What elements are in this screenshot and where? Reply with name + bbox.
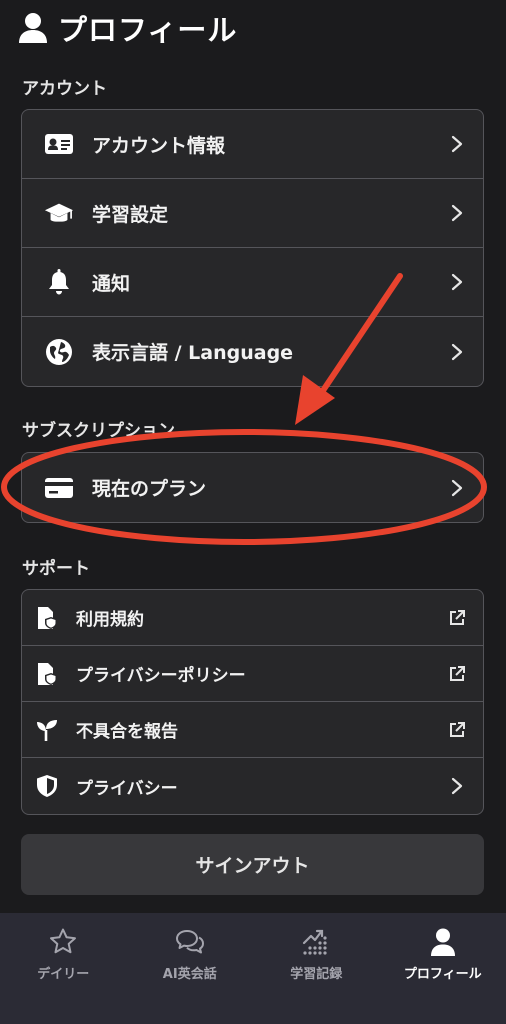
signout-button[interactable]: サインアウト: [21, 834, 484, 895]
graduation-cap-icon: [44, 198, 74, 228]
bottom-tab-bar: デイリー AI英会話 学習記録 プロフィール: [0, 913, 506, 1024]
display-language-label: 表示言語 / Language: [92, 342, 294, 364]
notifications-row[interactable]: 通知: [22, 248, 483, 317]
star-icon: [50, 928, 77, 954]
privacy-row[interactable]: プライバシー: [22, 758, 483, 814]
id-card-icon: [44, 129, 74, 159]
current-plan-label: 現在のプラン: [92, 478, 207, 500]
privacy-policy-row[interactable]: プライバシーポリシー: [22, 646, 483, 702]
learning-settings-row[interactable]: 学習設定: [22, 179, 483, 248]
external-link-icon: [447, 720, 467, 740]
section-label-subscription: サブスクリプション: [22, 421, 175, 441]
person-icon: [19, 13, 47, 43]
account-info-row[interactable]: アカウント情報: [22, 110, 483, 179]
chevron-right-icon: [447, 134, 467, 154]
display-language-row[interactable]: 表示言語 / Language: [22, 317, 483, 386]
privacy-policy-label: プライバシーポリシー: [76, 666, 246, 686]
bell-icon: [44, 267, 74, 297]
chevron-right-icon: [447, 203, 467, 223]
terms-row[interactable]: 利用規約: [22, 590, 483, 646]
globe-icon: [44, 337, 74, 367]
report-bug-label: 不具合を報告: [76, 722, 178, 742]
shield-icon: [36, 774, 58, 798]
person-icon: [430, 928, 455, 956]
section-label-support: サポート: [22, 559, 90, 579]
chat-bubbles-icon: [175, 930, 204, 954]
tab-ai-conversation[interactable]: AI英会話: [127, 913, 254, 1024]
document-shield-icon: [36, 662, 58, 686]
chevron-right-icon: [447, 478, 467, 498]
learning-settings-label: 学習設定: [92, 203, 169, 226]
page-title: プロフィール: [58, 13, 238, 47]
chevron-right-icon: [447, 776, 467, 796]
tab-daily-label: デイリー: [37, 967, 90, 982]
external-link-icon: [447, 664, 467, 684]
chevron-right-icon: [447, 342, 467, 362]
subscription-card: 現在のプラン: [21, 452, 484, 523]
terms-label: 利用規約: [76, 610, 144, 630]
tab-learning-record[interactable]: 学習記録: [253, 913, 380, 1024]
tab-ai-conversation-label: AI英会話: [162, 967, 217, 982]
tab-profile-label: プロフィール: [403, 967, 482, 982]
document-shield-icon: [36, 606, 58, 630]
chart-icon: [303, 929, 327, 955]
tab-learning-record-label: 学習記録: [290, 967, 343, 982]
profile-screen: プロフィール アカウント アカウント情報 学習設定 通知 表示言語 / Lang…: [0, 0, 506, 1024]
chevron-right-icon: [447, 272, 467, 292]
notifications-label: 通知: [92, 272, 131, 295]
page-header: プロフィール: [18, 8, 237, 48]
report-bug-row[interactable]: 不具合を報告: [22, 702, 483, 758]
external-link-icon: [447, 608, 467, 628]
support-card: 利用規約 プライバシーポリシー 不具合を報告 プライバシー: [21, 589, 484, 815]
account-card: アカウント情報 学習設定 通知 表示言語 / Language: [21, 109, 484, 387]
tab-daily[interactable]: デイリー: [0, 913, 127, 1024]
account-info-label: アカウント情報: [92, 134, 226, 157]
sprout-icon: [36, 718, 58, 742]
current-plan-row[interactable]: 現在のプラン: [22, 453, 483, 522]
tab-profile[interactable]: プロフィール: [380, 913, 506, 1024]
credit-card-icon: [44, 473, 74, 503]
privacy-label: プライバシー: [76, 778, 178, 799]
section-label-account: アカウント: [22, 79, 107, 99]
